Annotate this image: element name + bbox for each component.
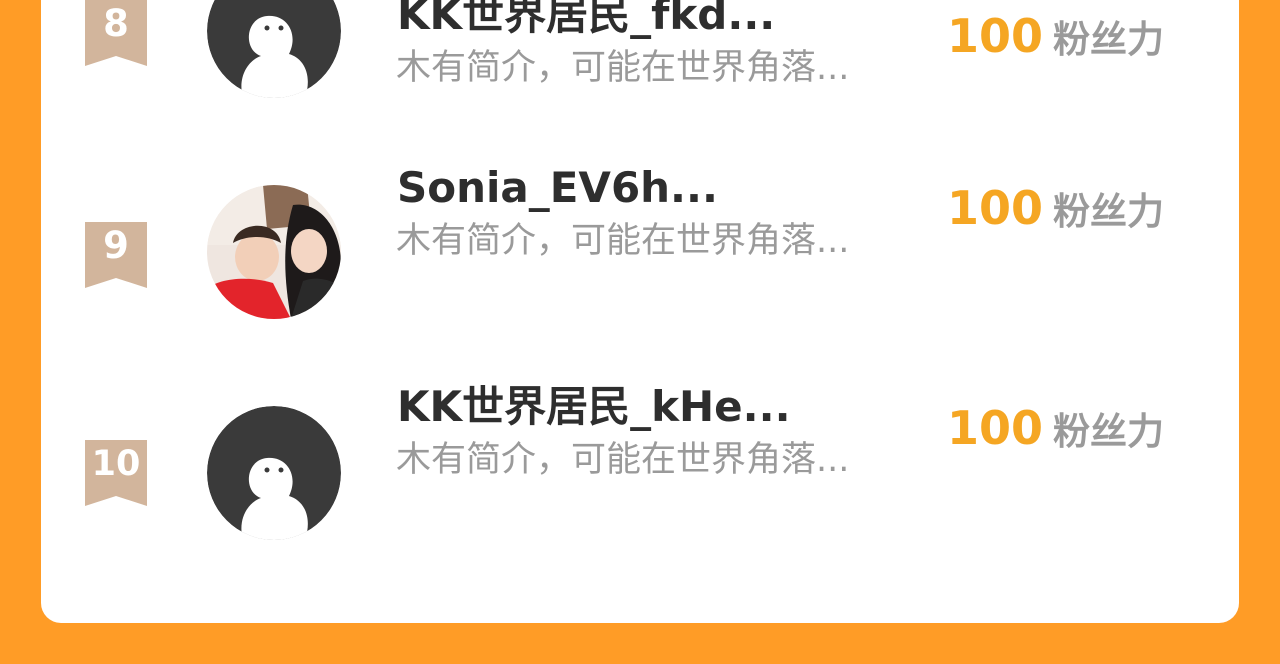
- fans-label: 粉丝力: [1053, 190, 1165, 233]
- rank-number: 9: [103, 224, 129, 267]
- fans-power: 100 粉丝力: [947, 8, 1207, 75]
- user-bio: 木有简介，可能在世界角落...: [396, 48, 850, 88]
- user-bio: 木有简介，可能在世界角落...: [396, 440, 850, 480]
- ranking-row-10[interactable]: 10 KK世界居民_kHe... 木有简介，可能在世界角落... 100 粉丝力: [41, 382, 1239, 600]
- user-name[interactable]: Sonia_EV6h...: [397, 163, 957, 213]
- rank-ribbon-icon: 10: [85, 440, 147, 506]
- fans-label: 粉丝力: [1053, 18, 1165, 61]
- default-avatar-icon[interactable]: [207, 406, 341, 540]
- fans-value: 100: [947, 401, 1044, 455]
- fans-label: 粉丝力: [1053, 410, 1165, 453]
- user-bio: 木有简介，可能在世界角落...: [396, 221, 850, 261]
- ranking-row-9[interactable]: 9 Sonia_EV6h... 木有简介，可能在世界角落... 100 粉丝力: [41, 163, 1239, 380]
- user-name[interactable]: KK世界居民_kHe...: [397, 382, 957, 432]
- ranking-card: 8 KK世界居民_fkd... 木有简介，可能在世界角落... 100 粉丝力 9: [41, 0, 1239, 623]
- fans-value: 100: [947, 181, 1044, 235]
- photo-avatar[interactable]: [207, 185, 341, 319]
- rank-number: 8: [103, 2, 129, 45]
- ranking-row-8[interactable]: 8 KK世界居民_fkd... 木有简介，可能在世界角落... 100 粉丝力: [41, 0, 1239, 160]
- rank-number: 10: [91, 444, 141, 484]
- default-avatar-icon[interactable]: [207, 0, 341, 98]
- fans-value: 100: [947, 9, 1044, 63]
- fans-power: 100 粉丝力: [947, 400, 1207, 467]
- rank-ribbon-icon: 9: [85, 222, 147, 288]
- rank-ribbon-icon: 8: [85, 0, 147, 66]
- user-name[interactable]: KK世界居民_fkd...: [397, 0, 957, 40]
- fans-power: 100 粉丝力: [947, 180, 1207, 247]
